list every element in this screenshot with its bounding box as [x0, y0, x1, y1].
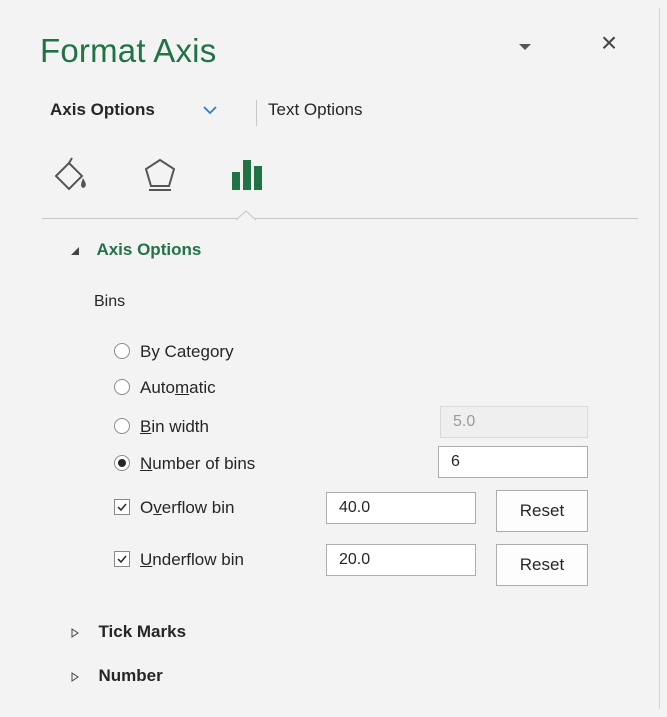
number-of-bins-field[interactable]: 6: [438, 446, 588, 478]
radio-automatic[interactable]: Automatic: [114, 378, 216, 402]
tab-text-options[interactable]: Text Options: [268, 100, 363, 120]
bin-width-field: 5.0: [440, 406, 588, 438]
radio-button[interactable]: [114, 418, 130, 434]
radio-button[interactable]: [114, 343, 130, 359]
number-section-header[interactable]: Number: [70, 666, 163, 686]
radio-by-category[interactable]: By Category: [114, 342, 234, 366]
overflow-reset-button[interactable]: Reset: [496, 490, 588, 532]
radio-label: Automatic: [140, 378, 216, 397]
checkbox-overflow-bin[interactable]: Overflow bin: [114, 498, 235, 522]
overflow-bin-field[interactable]: 40.0: [326, 492, 476, 524]
chevron-down-icon[interactable]: [202, 105, 218, 115]
tab-separator: [256, 100, 257, 126]
fill-line-icon[interactable]: [52, 154, 92, 194]
close-icon[interactable]: ×: [598, 29, 620, 57]
radio-label: Number of bins: [140, 454, 256, 473]
radio-label: Bin width: [140, 417, 209, 436]
axis-options-section-header[interactable]: Axis Options: [70, 240, 201, 260]
checkbox-label: Overflow bin: [140, 498, 235, 517]
radio-button-selected[interactable]: [114, 455, 130, 471]
radio-label: By Category: [140, 342, 234, 361]
section-title: Number: [98, 666, 163, 685]
tab-divider: [42, 218, 638, 219]
expanded-triangle-icon: [71, 246, 79, 255]
tick-marks-section-header[interactable]: Tick Marks: [70, 622, 186, 642]
radio-number-of-bins[interactable]: Number of bins: [114, 454, 255, 478]
tab-axis-options[interactable]: Axis Options: [50, 100, 155, 120]
bins-label: Bins: [94, 293, 126, 310]
collapsed-triangle-icon: [71, 671, 79, 682]
checkbox[interactable]: [114, 551, 130, 567]
pane-title: Format Axis: [40, 32, 217, 69]
section-title: Axis Options: [96, 240, 202, 259]
radio-button[interactable]: [114, 379, 130, 395]
checkbox-underflow-bin[interactable]: Underflow bin: [114, 550, 244, 574]
radio-bin-width[interactable]: Bin width: [114, 417, 209, 441]
underflow-bin-field[interactable]: 20.0: [326, 544, 476, 576]
axis-options-bars-icon[interactable]: [228, 154, 268, 194]
effects-pentagon-icon[interactable]: [140, 154, 180, 194]
section-title: Tick Marks: [98, 622, 187, 641]
underflow-reset-button[interactable]: Reset: [496, 544, 588, 586]
checkbox[interactable]: [114, 499, 130, 515]
pane-options-dropdown-icon[interactable]: [518, 42, 532, 52]
checkbox-label: Underflow bin: [140, 550, 244, 569]
selected-tab-notch: [236, 210, 256, 221]
format-axis-pane: Format Axis × Axis Options Text Options: [8, 8, 660, 709]
collapsed-triangle-icon: [71, 627, 79, 638]
